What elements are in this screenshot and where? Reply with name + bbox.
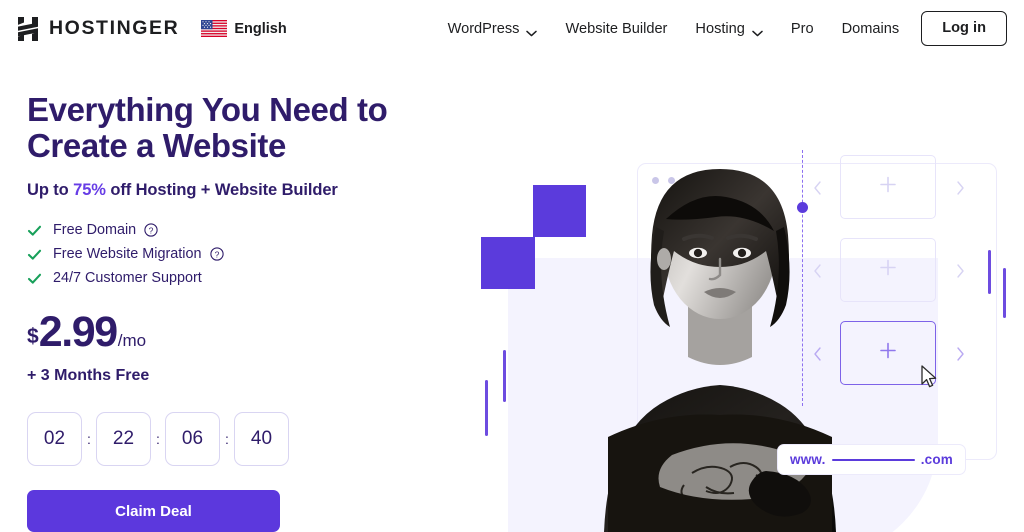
nav-item-label: Hosting <box>695 20 745 37</box>
chevron-left-icon[interactable] <box>813 181 822 195</box>
nav-item-label: WordPress <box>447 20 520 37</box>
decorative-vertical-bar <box>1003 268 1006 318</box>
chevron-left-icon[interactable] <box>813 264 822 278</box>
bonus-label: + 3 Months Free <box>27 367 150 384</box>
feature-list: Free Domain ? Free Website Migration ? 2… <box>27 222 447 286</box>
main-navigation: WordPress Website Builder Hosting Pro Do… <box>448 11 1007 46</box>
guide-handle-dot[interactable] <box>797 202 808 213</box>
countdown-unit-seconds: 40 <box>234 412 289 466</box>
language-label: English <box>234 20 287 37</box>
brand-name: HOSTINGER <box>49 17 180 39</box>
hero-subheadline: Up to 75% off Hosting + Website Builder <box>27 181 447 200</box>
nav-item-label: Website Builder <box>565 20 668 37</box>
countdown-separator: : <box>156 431 160 447</box>
countdown-unit-hours: 22 <box>96 412 151 466</box>
nav-item-label: Pro <box>790 20 814 37</box>
headline-line-2: Create a Website <box>27 127 286 164</box>
brand-logo[interactable]: HOSTINGER <box>16 16 179 42</box>
guide-dashed-line <box>802 150 803 406</box>
feature-label: Free Domain <box>53 222 137 238</box>
nav-item-hosting[interactable]: Hosting <box>695 20 763 37</box>
info-icon[interactable]: ? <box>209 247 224 261</box>
site-header: HOSTINGER English WordPress Website Buil… <box>0 0 1024 57</box>
price-period: /mo <box>117 331 147 350</box>
svg-text:?: ? <box>214 249 219 259</box>
nav-item-website-builder[interactable]: Website Builder <box>565 21 667 37</box>
plus-icon <box>879 176 897 199</box>
nav-item-label: Domains <box>841 20 900 37</box>
decorative-vertical-bar <box>503 350 506 402</box>
chevron-down-icon <box>526 25 538 37</box>
feature-label: 24/7 Customer Support <box>53 270 202 286</box>
url-prefix-label: www. <box>790 452 826 467</box>
language-selector[interactable]: English <box>201 20 287 37</box>
nav-item-pro[interactable]: Pro <box>791 21 814 37</box>
list-item: Free Domain ? <box>27 222 447 238</box>
url-suffix-label: .com <box>920 452 953 467</box>
builder-card-1[interactable] <box>814 155 964 219</box>
hostinger-landing-page: HOSTINGER English WordPress Website Buil… <box>0 0 1024 532</box>
countdown-unit-minutes: 06 <box>165 412 220 466</box>
check-icon <box>27 271 42 286</box>
mouse-cursor-icon <box>921 365 938 389</box>
countdown-separator: : <box>87 431 91 447</box>
list-item: Free Website Migration ? <box>27 246 447 262</box>
svg-text:?: ? <box>149 225 154 235</box>
nav-item-domains[interactable]: Domains <box>842 21 900 37</box>
countdown-timer: 02 : 22 : 06 : 40 <box>27 412 447 466</box>
list-item: 24/7 Customer Support <box>27 270 447 286</box>
hero-illustration: www. .com <box>455 0 1024 532</box>
chevron-left-icon[interactable] <box>813 347 822 361</box>
countdown-unit-hours-tens: 02 <box>27 412 82 466</box>
feature-label: Free Website Migration <box>53 246 202 262</box>
domain-input-line[interactable] <box>831 458 915 461</box>
chevron-down-icon <box>752 25 763 37</box>
price-display: $ 2.99 /mo <box>27 311 447 354</box>
plus-icon <box>879 342 897 365</box>
info-icon[interactable]: ? <box>144 223 158 237</box>
plus-icon <box>879 259 897 282</box>
hero-copy: Everything You Need to Create a Website … <box>27 92 447 532</box>
price-amount: 2.99 <box>38 308 118 356</box>
countdown-separator: : <box>225 431 229 447</box>
chevron-right-icon[interactable] <box>956 264 965 278</box>
discount-percent: 75% <box>73 181 106 199</box>
price-currency: $ <box>27 325 39 348</box>
subhead-suffix: off Hosting + Website Builder <box>105 181 338 199</box>
login-button[interactable]: Log in <box>921 11 1007 46</box>
check-icon <box>27 223 42 238</box>
nav-item-wordpress[interactable]: WordPress <box>448 21 538 37</box>
us-flag-icon <box>201 20 228 37</box>
claim-deal-button[interactable]: Claim Deal <box>27 490 280 532</box>
check-icon <box>27 247 42 262</box>
subhead-prefix: Up to <box>27 181 74 199</box>
hostinger-h-logo-icon <box>16 16 40 42</box>
chevron-right-icon[interactable] <box>956 181 965 195</box>
page-title: Everything You Need to Create a Website <box>27 92 447 164</box>
portrait-photo <box>560 155 880 532</box>
chevron-right-icon[interactable] <box>956 347 965 361</box>
headline-line-1: Everything You Need to <box>27 91 388 128</box>
decorative-square-bottom <box>481 237 535 289</box>
domain-search-bar[interactable]: www. .com <box>777 444 966 475</box>
decorative-vertical-bar <box>485 380 488 436</box>
builder-card-2[interactable] <box>814 238 964 302</box>
